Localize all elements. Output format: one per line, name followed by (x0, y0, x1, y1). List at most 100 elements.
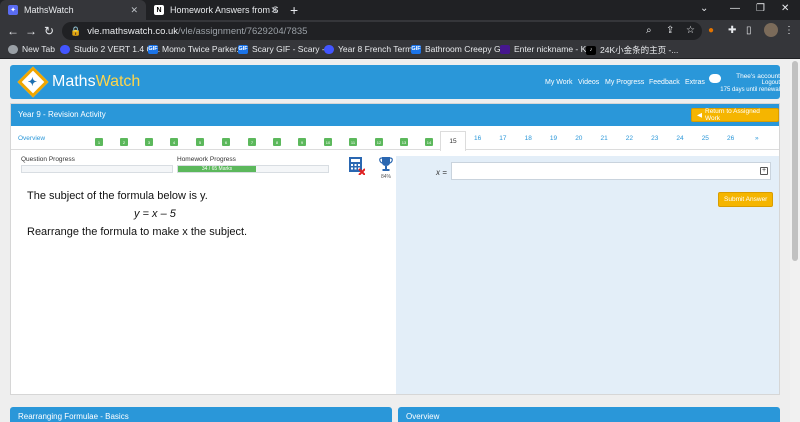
question-link-3[interactable]: 3 (145, 138, 153, 146)
question-link-14[interactable]: 14 (425, 138, 433, 146)
question-link-26[interactable]: 26 (727, 135, 734, 142)
bookmark-label: Bathroom Creepy G... (425, 44, 508, 54)
question-link-19[interactable]: 19 (550, 135, 557, 142)
restore-icon[interactable]: ❐ (756, 3, 765, 14)
video-panel-title: Rearranging Formulae - Basics (18, 412, 129, 421)
question-link-11[interactable]: 11 (349, 138, 357, 146)
forward-icon[interactable]: → (22, 24, 40, 38)
logo-text: MathsWatch (52, 73, 141, 90)
question-link-2[interactable]: 2 (120, 138, 128, 146)
menu-my-work[interactable]: My Work (545, 79, 572, 86)
question-link-17[interactable]: 17 (499, 135, 506, 142)
question-link-8[interactable]: 8 (273, 138, 281, 146)
return-button[interactable]: ◀ Return to Assigned Work (691, 108, 779, 122)
question-link-5[interactable]: 5 (196, 138, 204, 146)
url-field[interactable]: 🔒 vle.mathswatch.co.uk/vle/assignment/76… (62, 22, 702, 40)
browser-tab-bar: ✦ MathsWatch ✕ N Homework Answers from S… (0, 0, 800, 20)
tiktok-icon: ♪ (586, 45, 596, 55)
question-navigation: Overview 1 2 3 4 5 6 7 8 9 10 11 12 13 14 15 16 17 18 19 20… (11, 131, 779, 151)
bookmark-item[interactable]: GIF Momo Twice Parker... (148, 44, 244, 54)
close-icon[interactable]: ✕ (130, 5, 138, 16)
answer-pane: x = + Submit Answer (396, 156, 779, 394)
calculator-not-allowed-icon (349, 157, 365, 175)
globe-icon (8, 44, 18, 54)
close-window-icon[interactable]: ✕ (781, 3, 789, 14)
question-link-9[interactable]: 9 (298, 138, 306, 146)
tab-mathswatch[interactable]: ✦ MathsWatch ✕ (0, 0, 146, 20)
question-link-18[interactable]: 18 (525, 135, 532, 142)
bookmark-item[interactable]: Year 8 French Term... (324, 44, 419, 54)
extension-icon[interactable]: ● (708, 25, 714, 36)
logout-link[interactable]: Logout (710, 80, 780, 87)
question-link-13[interactable]: 13 (400, 138, 408, 146)
submit-answer-button[interactable]: Submit Answer (718, 192, 774, 207)
bookmark-item[interactable]: GIF Bathroom Creepy G... (411, 44, 508, 54)
mathswatch-logo[interactable]: ✦ MathsWatch (17, 66, 141, 98)
user-name[interactable]: Thee's account (710, 73, 780, 80)
question-link-25[interactable]: 25 (702, 135, 709, 142)
question-link-12[interactable]: 12 (375, 138, 383, 146)
menu-extras[interactable]: Extras (685, 79, 705, 86)
bookmark-item[interactable]: Studio 2 VERT 1.4 Q... (60, 44, 160, 54)
page-content: ✦ MathsWatch My Work Videos My Progress … (0, 59, 800, 422)
video-panel-header[interactable]: Rearranging Formulae - Basics (10, 407, 392, 422)
bookmark-label: New Tab (22, 44, 55, 54)
gif-icon: GIF (238, 44, 248, 54)
logo-mark-icon: ✦ (17, 66, 49, 98)
homework-progress-bar: 34 / 65 Marks (177, 165, 329, 173)
next-page-icon[interactable]: » (755, 135, 759, 142)
gif-icon: GIF (411, 44, 421, 54)
url-host: vle.mathswatch.co.uk (87, 25, 179, 37)
expand-keyboard-icon[interactable]: + (760, 167, 768, 175)
bookmark-item[interactable]: ♪ 24K小金条的主页 -... (586, 44, 678, 56)
question-link-1[interactable]: 1 (95, 138, 103, 146)
user-account: Thee's account Logout 175 days until ren… (710, 73, 780, 94)
question-link-7[interactable]: 7 (248, 138, 256, 146)
bookmark-item[interactable]: New Tab (8, 44, 55, 54)
back-icon[interactable]: ← (4, 24, 22, 38)
question-link-current[interactable]: 15 (440, 131, 466, 151)
bookmarks-bar: New Tab Studio 2 VERT 1.4 Q... GIF Momo … (0, 42, 800, 59)
renewal-text: 175 days until renewal (720, 87, 780, 93)
bookmark-item[interactable]: Enter nickname - K... (500, 44, 593, 54)
search-icon[interactable]: ⌕ (646, 25, 652, 36)
activity-titlebar: Year 9 - Revision Activity ◀ Return to A… (11, 104, 779, 126)
puzzle-icon[interactable]: ✚ (728, 25, 736, 36)
question-link-21[interactable]: 21 (601, 135, 608, 142)
menu-dots-icon[interactable]: ⋮ (784, 25, 794, 36)
sidebar-icon[interactable]: ▯ (746, 25, 752, 36)
reload-icon[interactable]: ↻ (40, 24, 58, 38)
profile-avatar[interactable] (764, 23, 778, 37)
question-link-23[interactable]: 23 (651, 135, 658, 142)
question-link-20[interactable]: 20 (575, 135, 582, 142)
back-arrow-icon: ◀ (697, 112, 702, 119)
share-icon[interactable]: ⇪ (666, 25, 674, 36)
scrollbar-thumb[interactable] (792, 61, 798, 261)
tab-overview[interactable]: Overview (18, 135, 45, 142)
menu-feedback[interactable]: Feedback (649, 79, 680, 86)
mathswatch-icon: ✦ (8, 5, 18, 15)
question-link-4[interactable]: 4 (170, 138, 178, 146)
page-scrollbar[interactable] (790, 59, 800, 422)
question-progress-label: Question Progress (21, 156, 75, 163)
minimize-icon[interactable]: — (730, 3, 740, 14)
chevron-down-icon[interactable]: ⌄ (700, 3, 708, 14)
new-tab-icon[interactable]: + (290, 2, 298, 18)
overview-panel-header[interactable]: Overview (398, 407, 780, 422)
question-link-6[interactable]: 6 (222, 138, 230, 146)
tab-homework-answers[interactable]: N Homework Answers from Subject ✕ (146, 0, 286, 20)
question-link-10[interactable]: 10 (324, 138, 332, 146)
bookmark-label: Momo Twice Parker... (162, 44, 244, 54)
question-link-24[interactable]: 24 (676, 135, 683, 142)
bookmark-item[interactable]: GIF Scary GIF - Scary -... (238, 44, 332, 54)
question-link-22[interactable]: 22 (626, 135, 633, 142)
star-icon[interactable]: ☆ (686, 25, 695, 36)
close-icon[interactable]: ✕ (270, 5, 278, 16)
question-link-16[interactable]: 16 (474, 135, 481, 142)
overview-panel-title: Overview (406, 412, 440, 421)
menu-my-progress[interactable]: My Progress (605, 79, 644, 86)
menu-videos[interactable]: Videos (578, 79, 599, 86)
gif-icon: GIF (148, 44, 158, 54)
activity-panel: Year 9 - Revision Activity ◀ Return to A… (10, 103, 780, 395)
answer-input[interactable] (451, 162, 771, 180)
